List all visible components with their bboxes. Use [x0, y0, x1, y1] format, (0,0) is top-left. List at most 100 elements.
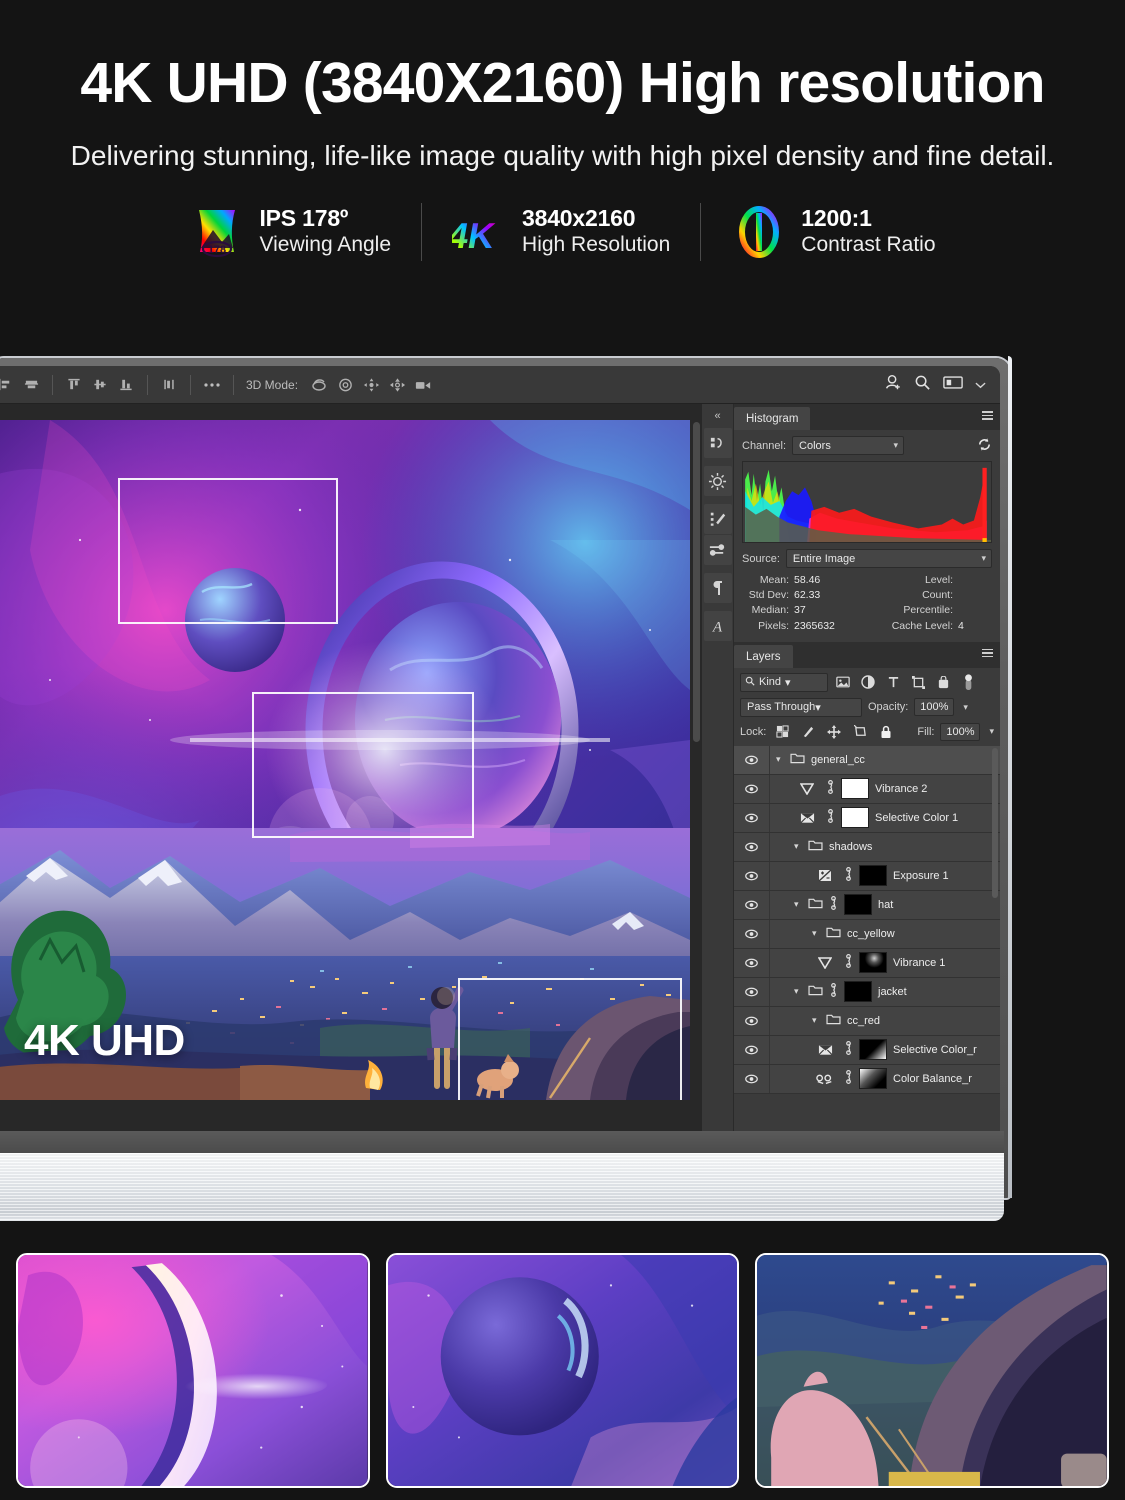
layer-mask-thumbnail[interactable] [859, 952, 887, 974]
layer-visibility-toggle[interactable] [734, 774, 770, 803]
tab-layers[interactable]: Layers [734, 644, 793, 668]
layer-mask-thumbnail[interactable] [859, 1068, 887, 1090]
thumbnail-tent-city-lights[interactable] [755, 1253, 1110, 1488]
group-disclosure-icon[interactable]: ▾ [776, 754, 784, 765]
type-layer-icon[interactable] [883, 673, 903, 691]
lock-image-pixels-icon[interactable] [798, 723, 818, 741]
search-icon[interactable] [914, 374, 931, 396]
group-disclosure-icon[interactable]: ▾ [794, 899, 802, 910]
tab-histogram[interactable]: Histogram [734, 407, 811, 430]
lock-position-icon[interactable] [824, 723, 844, 741]
thumbnail-planet[interactable] [385, 1253, 740, 1488]
refresh-icon[interactable] [977, 437, 992, 455]
roll-3d-icon[interactable] [332, 374, 358, 396]
group-disclosure-icon[interactable]: ▾ [794, 841, 802, 852]
layer-filter-kind[interactable]: Kind ▾ [740, 672, 828, 692]
layer-row[interactable]: Vibrance 1 [734, 948, 1000, 978]
user-add-icon[interactable] [884, 373, 902, 396]
lock-transparent-pixels-icon[interactable] [772, 723, 792, 741]
layer-row[interactable]: ▾ cc_yellow [734, 919, 1000, 949]
layer-mask-link-icon[interactable] [829, 896, 838, 913]
fill-value[interactable]: 100% [940, 722, 981, 741]
tune-icon[interactable] [703, 466, 732, 496]
toggle-switch-icon[interactable] [958, 673, 978, 691]
layer-row[interactable]: ▾ hat [734, 890, 1000, 920]
align-left-edges-icon[interactable] [0, 374, 18, 396]
adjustment-layer-icon[interactable] [858, 673, 878, 691]
align-vertical-centers-icon[interactable] [87, 374, 113, 396]
orbit-3d-icon[interactable] [306, 374, 332, 396]
layer-visibility-toggle[interactable] [734, 1035, 770, 1064]
layer-mask-link-icon[interactable] [844, 867, 853, 884]
pan-3d-icon[interactable] [358, 374, 384, 396]
layer-visibility-toggle[interactable] [734, 977, 770, 1006]
chevron-down-icon[interactable] [975, 376, 986, 394]
layer-visibility-toggle[interactable] [734, 919, 770, 948]
workspace-icon[interactable] [943, 375, 963, 395]
source-select[interactable]: Entire Image ▾ [785, 549, 992, 568]
layer-visibility-toggle[interactable] [734, 948, 770, 977]
canvas-scrollbar[interactable] [693, 422, 700, 742]
layer-row[interactable]: Exposure 1 [734, 861, 1000, 891]
layer-mask-link-icon[interactable] [844, 954, 853, 971]
layer-row[interactable]: Color Balance_r [734, 1064, 1000, 1094]
photoshop-canvas[interactable]: 4K UHD [0, 404, 702, 1139]
smart-object-icon[interactable] [933, 673, 953, 691]
opacity-value[interactable]: 100% [914, 698, 955, 717]
pixel-layer-icon[interactable] [833, 673, 853, 691]
shape-layer-icon[interactable] [908, 673, 928, 691]
panel-menu-icon[interactable] [982, 648, 993, 658]
distribute-icon[interactable] [156, 374, 182, 396]
lock-artboard-icon[interactable] [850, 723, 870, 741]
layer-row[interactable]: ▾ cc_red [734, 1006, 1000, 1036]
chevron-down-icon[interactable]: ▾ [989, 726, 994, 737]
chevron-double-left-icon[interactable]: « [714, 410, 720, 422]
blend-mode-select[interactable]: Pass Through ▾ [740, 697, 862, 717]
align-horizontal-centers-icon[interactable] [18, 374, 44, 396]
layer-mask-thumbnail[interactable] [859, 865, 887, 887]
layer-mask-thumbnail[interactable] [841, 778, 869, 800]
layer-mask-link-icon[interactable] [829, 983, 838, 1000]
chevron-down-icon[interactable]: ▾ [963, 702, 968, 713]
layers-scrollbar[interactable] [992, 747, 998, 898]
adjustments-brush-icon[interactable] [703, 504, 732, 534]
thumbnail-nebula-crescent[interactable] [16, 1253, 370, 1488]
layer-row[interactable]: Selective Color_r [734, 1035, 1000, 1065]
layer-list[interactable]: ▾ general_cc Vibrance 2 Selective Color 1 ▾ s… [734, 745, 1000, 1094]
layer-row[interactable]: ▾ jacket [734, 977, 1000, 1007]
layer-row[interactable]: ▾ general_cc [734, 745, 1000, 775]
ellipsis-icon[interactable] [199, 374, 225, 396]
layer-visibility-toggle[interactable] [734, 890, 770, 919]
actions-icon[interactable] [703, 428, 732, 458]
layer-mask-link-icon[interactable] [844, 1041, 853, 1058]
layer-row[interactable]: Selective Color 1 [734, 803, 1000, 833]
layer-mask-link-icon[interactable] [826, 780, 835, 797]
layer-visibility-toggle[interactable] [734, 803, 770, 832]
group-disclosure-icon[interactable]: ▾ [812, 1015, 820, 1026]
camera-3d-icon[interactable] [410, 374, 436, 396]
marquee-selection-3[interactable] [458, 978, 682, 1100]
layer-visibility-toggle[interactable] [734, 1064, 770, 1093]
layer-visibility-toggle[interactable] [734, 745, 770, 774]
layer-row[interactable]: ▾ shadows [734, 832, 1000, 862]
marquee-selection-1[interactable] [118, 478, 338, 624]
layer-mask-thumbnail[interactable] [859, 1039, 887, 1061]
layer-mask-thumbnail[interactable] [844, 981, 872, 1003]
character-icon[interactable]: A [703, 611, 732, 641]
lock-all-icon[interactable] [876, 723, 896, 741]
panel-menu-icon[interactable] [982, 411, 993, 420]
properties-slider-icon[interactable] [703, 535, 732, 565]
layer-mask-thumbnail[interactable] [844, 894, 872, 916]
align-top-edges-icon[interactable] [61, 374, 87, 396]
layer-mask-thumbnail[interactable] [841, 807, 869, 829]
layer-row[interactable]: Vibrance 2 [734, 774, 1000, 804]
align-bottom-edges-icon[interactable] [113, 374, 139, 396]
group-disclosure-icon[interactable]: ▾ [812, 928, 820, 939]
layer-visibility-toggle[interactable] [734, 1006, 770, 1035]
layer-mask-link-icon[interactable] [826, 809, 835, 826]
group-disclosure-icon[interactable]: ▾ [794, 986, 802, 997]
layer-visibility-toggle[interactable] [734, 861, 770, 890]
marquee-selection-2[interactable] [252, 692, 474, 838]
channel-select[interactable]: Colors ▾ [792, 436, 905, 455]
layer-mask-link-icon[interactable] [844, 1070, 853, 1087]
